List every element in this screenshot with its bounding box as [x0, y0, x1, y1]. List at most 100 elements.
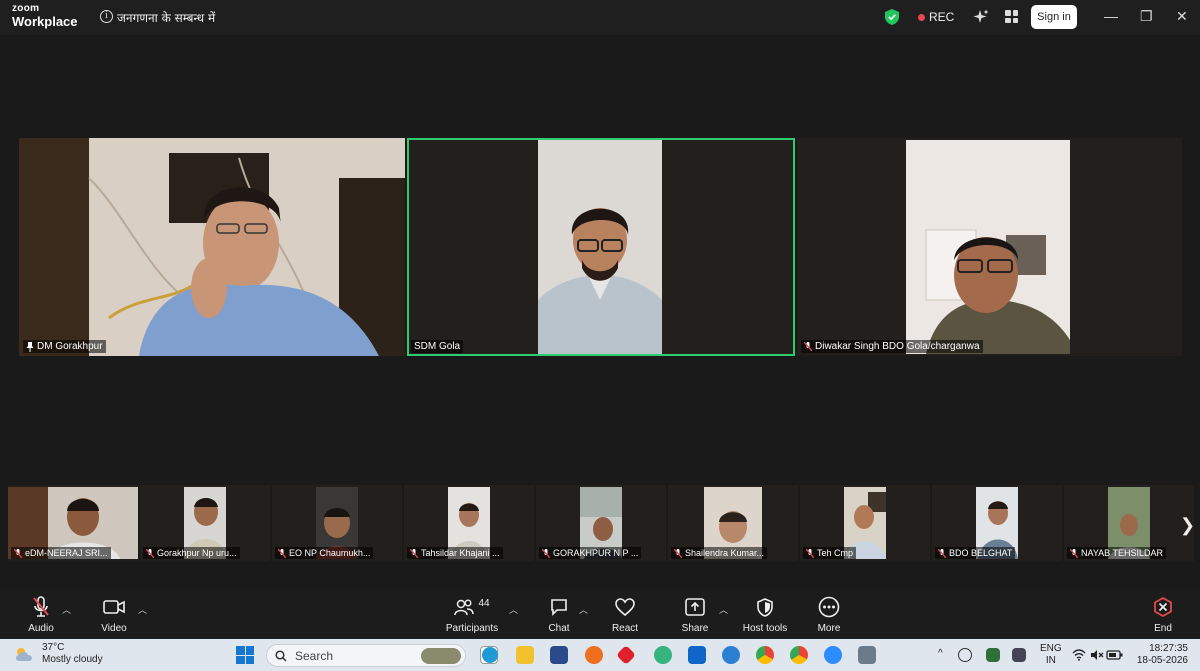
meeting-info-icon[interactable]: i	[100, 10, 113, 23]
next-page-chevron-icon[interactable]: ❯	[1180, 515, 1195, 536]
system-clock[interactable]: 18:27:35 18-05-2026	[1120, 643, 1188, 667]
thumbnail-tile[interactable]: Gorakhpur Np uru...	[140, 485, 270, 561]
video-options-chevron-icon[interactable]: ︿	[138, 603, 147, 616]
minimize-button[interactable]: —	[1104, 8, 1118, 24]
thumbnail-tile[interactable]: GORAKHPUR N P ...	[536, 485, 666, 561]
mic-muted-icon	[278, 548, 286, 558]
tray-overflow-chevron-icon[interactable]: ^	[938, 648, 943, 659]
audio-options-chevron-icon[interactable]: ︿	[62, 603, 71, 616]
mic-muted-icon	[542, 548, 550, 558]
participant-name: Diwakar Singh BDO Gola/charganwa	[815, 341, 980, 352]
speaker-muted-icon[interactable]	[1090, 649, 1104, 661]
input-language[interactable]: ENG IN	[1040, 643, 1062, 667]
app-circle-icon[interactable]	[722, 646, 740, 664]
video-tile-sdm-gola[interactable]: SDM Gola	[407, 138, 795, 356]
tray-security-icon[interactable]	[1012, 648, 1026, 662]
title-bar: zoom Workplace i जनगणना के सम्बन्ध में R…	[0, 0, 1200, 35]
close-window-button[interactable]: ✕	[1176, 8, 1188, 25]
react-button[interactable]: React	[610, 595, 640, 634]
end-call-icon	[1154, 597, 1172, 617]
video-tile-diwakar-singh[interactable]: Diwakar Singh BDO Gola/charganwa	[797, 138, 1182, 356]
chrome-icon[interactable]	[756, 646, 774, 664]
chat-options-chevron-icon[interactable]: ︿	[579, 603, 588, 616]
participant-name: Gorakhpur Np uru...	[157, 548, 237, 558]
participant-name-label: DM Gorakhpur	[23, 340, 106, 353]
red-app-icon[interactable]	[616, 645, 636, 665]
recording-indicator[interactable]: REC	[918, 10, 954, 24]
mic-muted-icon	[804, 342, 812, 351]
zoom-taskbar-icon[interactable]	[824, 646, 842, 664]
end-meeting-button[interactable]: End	[1150, 595, 1176, 634]
thumbnail-tile[interactable]: Teh Cmp	[800, 485, 930, 561]
windows-start-icon[interactable]	[236, 646, 254, 664]
video-tile-dm-gorakhpur[interactable]: DM Gorakhpur	[19, 138, 405, 356]
mic-muted-icon	[14, 548, 22, 558]
thumbnail-tile[interactable]: EO NP Chaumukh...	[272, 485, 402, 561]
participants-icon	[454, 599, 475, 616]
microsoft-store-icon[interactable]	[550, 646, 568, 664]
wifi-icon[interactable]	[1072, 649, 1086, 661]
security-shield-icon[interactable]	[885, 9, 899, 25]
zoom-logo: zoom Workplace	[12, 3, 78, 29]
firefox-icon[interactable]	[585, 646, 603, 664]
audio-button[interactable]: Audio	[26, 595, 56, 634]
participants-label: Participants	[445, 623, 499, 634]
more-dots-icon	[818, 596, 840, 618]
participant-name-label: Tahsildar Khajani ...	[407, 547, 503, 559]
thumbnail-tile[interactable]: BDO BELGHAT	[932, 485, 1062, 561]
file-explorer-icon[interactable]	[516, 646, 534, 664]
video-camera-icon	[103, 600, 125, 614]
participant-video	[19, 138, 405, 356]
chrome-profile-icon[interactable]	[790, 646, 808, 664]
chat-button[interactable]: Chat	[544, 595, 574, 634]
participants-options-chevron-icon[interactable]: ︿	[509, 603, 518, 616]
snipping-tool-icon[interactable]	[858, 646, 876, 664]
clock-date: 18-05-2026	[1136, 655, 1188, 666]
thumbnail-tile[interactable]: eDM-NEERAJ SRI...	[8, 485, 138, 561]
video-button[interactable]: Video	[98, 595, 130, 634]
mic-muted-icon	[806, 548, 814, 558]
thumbnail-tile[interactable]: Shailendra Kumar...	[668, 485, 798, 561]
participant-name: NAYAB TEHSILDAR	[1081, 548, 1164, 558]
mic-muted-icon	[674, 548, 682, 558]
weather-widget[interactable]: 37°C Mostly cloudy	[14, 642, 103, 666]
sign-in-button[interactable]: Sign in	[1031, 5, 1077, 29]
tray-sync-icon[interactable]	[958, 648, 972, 662]
logo-zoom-text: zoom	[12, 3, 40, 14]
mic-muted-icon	[938, 548, 946, 558]
host-tools-label: Host tools	[742, 623, 788, 634]
rec-dot-icon	[918, 13, 925, 21]
mic-muted-icon	[146, 548, 154, 558]
participants-button[interactable]: 44 Participants	[444, 595, 500, 635]
colorful-app-icon[interactable]	[654, 646, 672, 664]
rec-label: REC	[929, 10, 955, 24]
meeting-title: जनगणना के सम्बन्ध में	[117, 11, 216, 25]
tray-app-icon[interactable]	[986, 648, 1000, 662]
more-button[interactable]: More	[814, 595, 844, 634]
taskbar-search-box[interactable]: Search	[266, 644, 466, 667]
chat-bubble-icon	[551, 599, 567, 616]
restore-button[interactable]: ❐	[1140, 8, 1153, 25]
participant-name: BDO BELGHAT	[949, 548, 1013, 558]
mic-muted-icon	[33, 596, 49, 617]
participant-name-label: Diwakar Singh BDO Gola/charganwa	[801, 340, 983, 353]
ai-companion-icon[interactable]	[973, 9, 989, 25]
host-tools-shield-icon	[757, 597, 773, 617]
edge-browser-icon[interactable]	[482, 647, 498, 663]
end-label: End	[1154, 623, 1172, 634]
outlook-icon[interactable]	[688, 646, 706, 664]
thumbnail-tile[interactable]: NAYAB TEHSILDAR	[1064, 485, 1194, 561]
participant-name-label: BDO BELGHAT	[935, 547, 1016, 559]
thumbnail-tile[interactable]: Tahsildar Khajani ...	[404, 485, 534, 561]
apps-grid-icon[interactable]	[1005, 10, 1018, 23]
participant-name-label: SDM Gola	[411, 340, 464, 353]
share-options-chevron-icon[interactable]: ︿	[719, 603, 728, 616]
participant-name: SDM Gola	[414, 341, 461, 352]
participant-name-label: EO NP Chaumukh...	[275, 547, 374, 559]
participant-name-label: Teh Cmp	[803, 547, 857, 559]
participant-name: EO NP Chaumukh...	[289, 548, 371, 558]
host-tools-button[interactable]: Host tools	[740, 595, 790, 634]
windows-taskbar: 37°C Mostly cloudy Search ^ ENG IN 18:27…	[0, 639, 1200, 671]
share-button[interactable]: Share	[680, 595, 710, 634]
logo-workplace-text: Workplace	[12, 14, 78, 29]
